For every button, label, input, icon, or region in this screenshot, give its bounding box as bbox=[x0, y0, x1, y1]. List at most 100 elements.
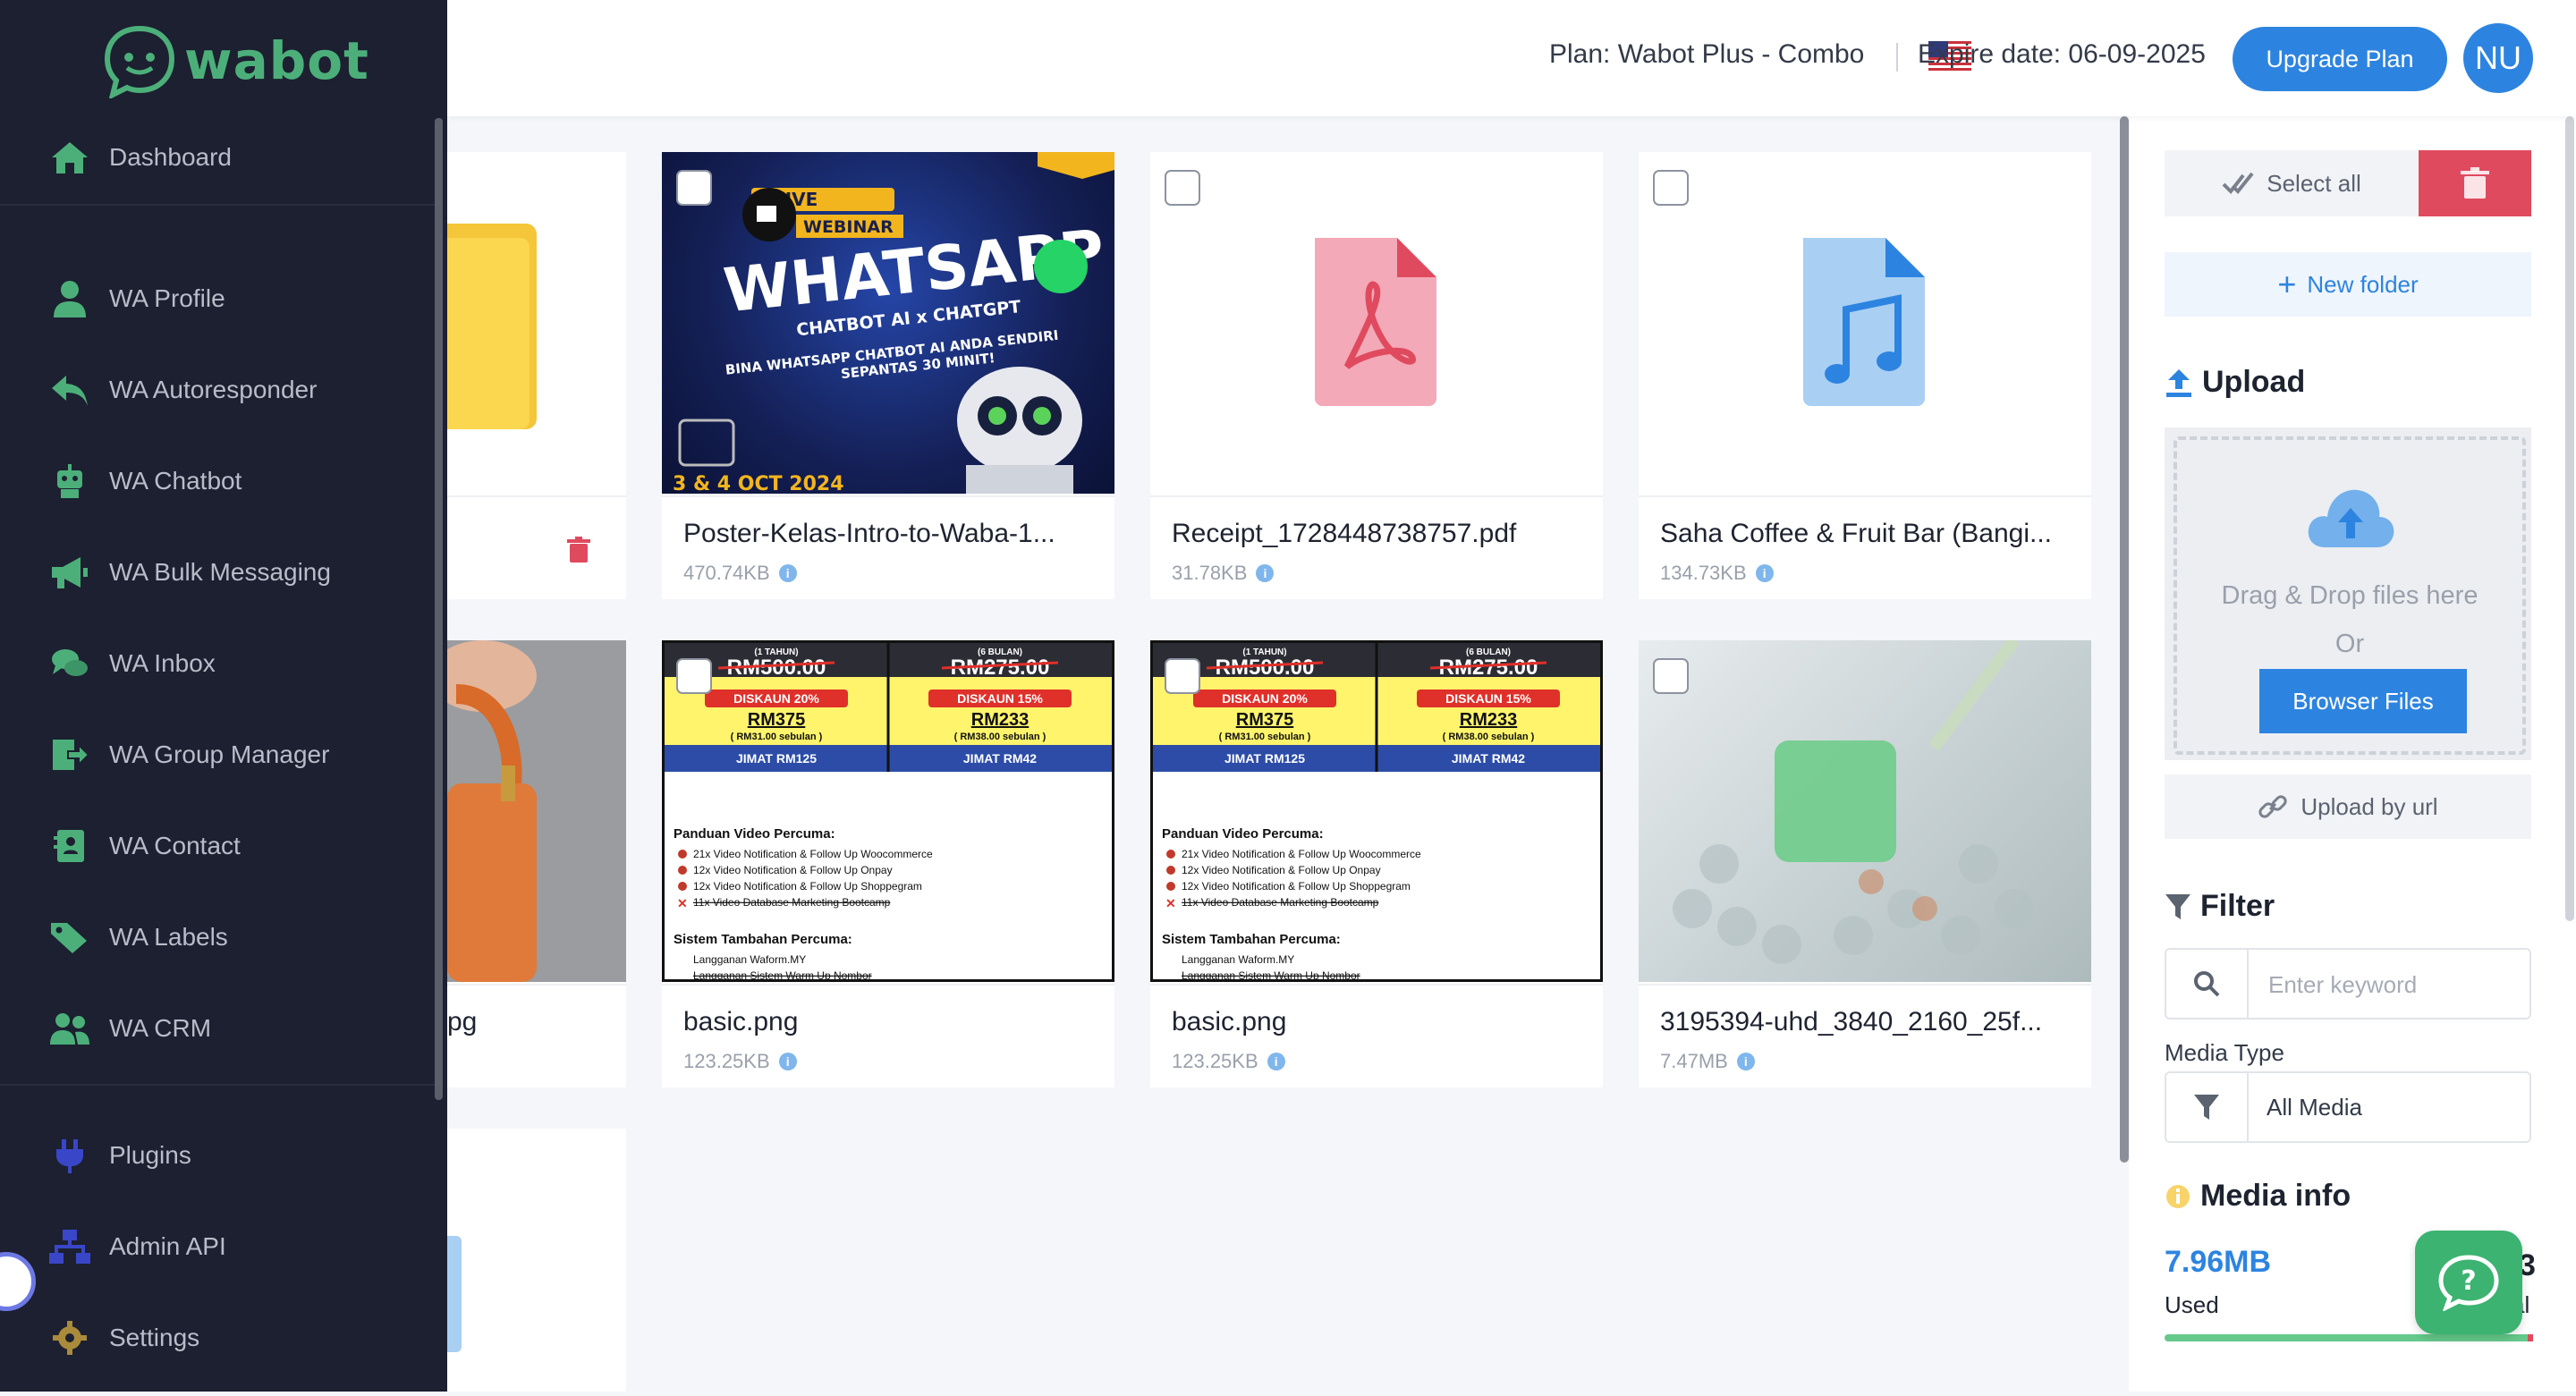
search-input[interactable] bbox=[2267, 950, 2521, 1020]
pricing-price: RM375 bbox=[748, 710, 805, 730]
storage-usage-bar bbox=[2165, 1334, 2531, 1341]
pricing-extra-line: Langganan Waform.MY bbox=[693, 953, 806, 966]
sidebar-item-admin-api[interactable]: Admin API bbox=[48, 1222, 226, 1272]
select-checkbox[interactable] bbox=[1653, 170, 1689, 206]
media-card[interactable]: Receipt_1728448738757.pdf 31.78KB i bbox=[1150, 152, 1603, 599]
media-card-folder[interactable] bbox=[447, 152, 626, 599]
media-info-heading: Media info bbox=[2165, 1179, 2351, 1214]
media-card[interactable]: LIVE WEBINAR WHATSAPP CHATBOT AI x CHATG… bbox=[662, 152, 1114, 599]
pricing-discount: DISKAUN 15% bbox=[1445, 691, 1531, 706]
file-size-text: 31.78KB bbox=[1172, 562, 1248, 584]
media-type-select[interactable]: All Media bbox=[2165, 1071, 2531, 1143]
upload-heading: Upload bbox=[2165, 365, 2305, 400]
info-icon[interactable]: i bbox=[1736, 1053, 1755, 1070]
info-circle-icon bbox=[2166, 1184, 2190, 1208]
media-card[interactable] bbox=[438, 1129, 626, 1392]
sidebar-scrollbar[interactable] bbox=[435, 118, 443, 1100]
sidebar-item-label: Dashboard bbox=[109, 143, 232, 171]
info-icon[interactable]: i bbox=[778, 1053, 797, 1070]
media-type-label: Media Type bbox=[2165, 1039, 2284, 1066]
browse-files-button[interactable]: Browser Files bbox=[2259, 669, 2467, 733]
card-divider bbox=[662, 984, 1114, 986]
select-checkbox[interactable] bbox=[1165, 658, 1200, 694]
media-card[interactable]: Saha Coffee & Fruit Bar (Bangi... 134.73… bbox=[1639, 152, 2091, 599]
file-name: Poster-Kelas-Intro-to-Waba-1... bbox=[683, 519, 1055, 548]
file-size: 123.25KB i bbox=[683, 1050, 797, 1073]
sidebar-item-plugins[interactable]: Plugins bbox=[48, 1130, 191, 1180]
pricing-thumbnail: (1 TAHUN) RM500.00 DISKAUN 20% RM375 ( R… bbox=[1150, 640, 1603, 982]
trash-icon[interactable] bbox=[567, 537, 590, 563]
sidebar-item-wa-inbox[interactable]: WA Inbox bbox=[48, 639, 216, 689]
upload-dropzone[interactable]: Drag & Drop files here Or Browser Files bbox=[2165, 427, 2531, 760]
sidebar-item-label: WA CRM bbox=[109, 1014, 212, 1042]
sidebar-item-wa-profile[interactable]: WA Profile bbox=[48, 274, 225, 324]
pricing-guide-line: 21x Video Notification & Follow Up Wooco… bbox=[693, 848, 933, 860]
thumbnail bbox=[447, 152, 626, 494]
sidebar-item-wa-autoresponder[interactable]: WA Autoresponder bbox=[48, 365, 317, 415]
file-name: 3195394-uhd_3840_2160_25f... bbox=[1660, 1007, 2043, 1036]
dropzone-border: Drag & Drop files here Or Browser Files bbox=[2174, 436, 2526, 755]
card-divider bbox=[1150, 984, 1603, 986]
sidebar-divider bbox=[0, 204, 435, 206]
upgrade-plan-button[interactable]: Upgrade Plan bbox=[2233, 27, 2447, 91]
right-panel-scrollbar[interactable] bbox=[2565, 116, 2574, 921]
plan-text: Plan: Wabot Plus - Combo bbox=[1549, 39, 1865, 69]
sidebar-item-wa-contact[interactable]: WA Contact bbox=[48, 821, 241, 871]
upload-icon bbox=[2166, 368, 2191, 397]
info-icon[interactable]: i bbox=[1755, 564, 1774, 582]
video-play-overlay[interactable] bbox=[1775, 740, 1896, 862]
sidebar-item-label: WA Chatbot bbox=[109, 467, 242, 495]
sidebar-item-wa-chatbot[interactable]: WA Chatbot bbox=[48, 456, 242, 506]
sidebar-item-wa-group-manager[interactable]: WA Group Manager bbox=[48, 730, 329, 780]
pricing-price: RM375 bbox=[1236, 710, 1293, 730]
used-label: Used bbox=[2165, 1291, 2219, 1318]
sidebar-item-wa-bulk-messaging[interactable]: WA Bulk Messaging bbox=[48, 547, 331, 597]
file-name: Saha Coffee & Fruit Bar (Bangi... bbox=[1660, 519, 2053, 548]
search-icon bbox=[2194, 971, 2220, 997]
avatar[interactable]: NU bbox=[2463, 23, 2533, 93]
sidebar-item-settings[interactable]: Settings bbox=[48, 1313, 199, 1363]
info-icon[interactable]: i bbox=[778, 564, 797, 582]
pricing-save: JIMAT RM125 bbox=[1224, 751, 1305, 766]
pricing-guide-title: Panduan Video Percuma: bbox=[674, 826, 835, 842]
media-card[interactable]: (1 TAHUN) RM500.00 DISKAUN 20% RM375 ( R… bbox=[1150, 640, 1603, 1087]
home-icon bbox=[48, 136, 91, 179]
pricing-thumbnail: (1 TAHUN) RM500.00 DISKAUN 20% RM375 ( R… bbox=[662, 640, 1114, 982]
megaphone-icon bbox=[48, 551, 91, 594]
pricing-extra-title: Sistem Tambahan Percuma: bbox=[1162, 932, 1341, 947]
question-chat-icon: ? bbox=[2438, 1255, 2499, 1311]
plug-icon bbox=[48, 1134, 91, 1177]
info-icon[interactable]: i bbox=[1267, 1053, 1285, 1070]
filter-heading: Filter bbox=[2165, 889, 2275, 924]
gear-icon bbox=[48, 1316, 91, 1359]
pricing-save: JIMAT RM125 bbox=[736, 751, 817, 766]
file-size-text: 134.73KB bbox=[1660, 562, 1747, 584]
upload-by-url-button[interactable]: Upload by url bbox=[2165, 774, 2531, 839]
video-thumbnail bbox=[1639, 640, 2091, 982]
brand-logo[interactable]: wabot bbox=[100, 23, 369, 98]
sidebar-item-wa-crm[interactable]: WA CRM bbox=[48, 1003, 211, 1053]
sidebar-item-wa-labels[interactable]: WA Labels bbox=[48, 912, 228, 962]
sidebar-divider bbox=[0, 1084, 435, 1086]
delete-selected-button[interactable] bbox=[2419, 150, 2531, 216]
info-icon[interactable]: i bbox=[1256, 564, 1275, 582]
file-name: basic.png bbox=[683, 1007, 799, 1036]
select-checkbox[interactable] bbox=[1165, 170, 1200, 206]
select-checkbox[interactable] bbox=[1653, 658, 1689, 694]
pricing-guide-line: 11x Video Database Marketing Bootcamp bbox=[1182, 896, 1379, 909]
help-chat-button[interactable]: ? bbox=[2415, 1231, 2522, 1334]
file-size: 134.73KB i bbox=[1660, 562, 1774, 585]
audio-file-icon bbox=[1803, 238, 1925, 406]
new-folder-button[interactable]: + New folder bbox=[2165, 252, 2531, 317]
select-checkbox[interactable] bbox=[676, 170, 712, 206]
sidebar-item-dashboard[interactable]: Dashboard bbox=[48, 132, 232, 182]
media-card[interactable]: 3195394-uhd_3840_2160_25f... 7.47MB i bbox=[1639, 640, 2091, 1087]
media-type-value: All Media bbox=[2267, 1094, 2362, 1121]
expire-date-text: Expire date: 06-09-2025 bbox=[1918, 39, 2206, 69]
select-all-button[interactable]: Select all bbox=[2165, 150, 2419, 216]
media-grid-scrollbar[interactable] bbox=[2120, 116, 2129, 1163]
media-card[interactable]: (1 TAHUN) RM500.00 DISKAUN 20% RM375 ( R… bbox=[662, 640, 1114, 1087]
keyword-search-field[interactable] bbox=[2165, 948, 2531, 1020]
select-checkbox[interactable] bbox=[676, 658, 712, 694]
media-card[interactable]: pg bbox=[447, 640, 626, 1087]
